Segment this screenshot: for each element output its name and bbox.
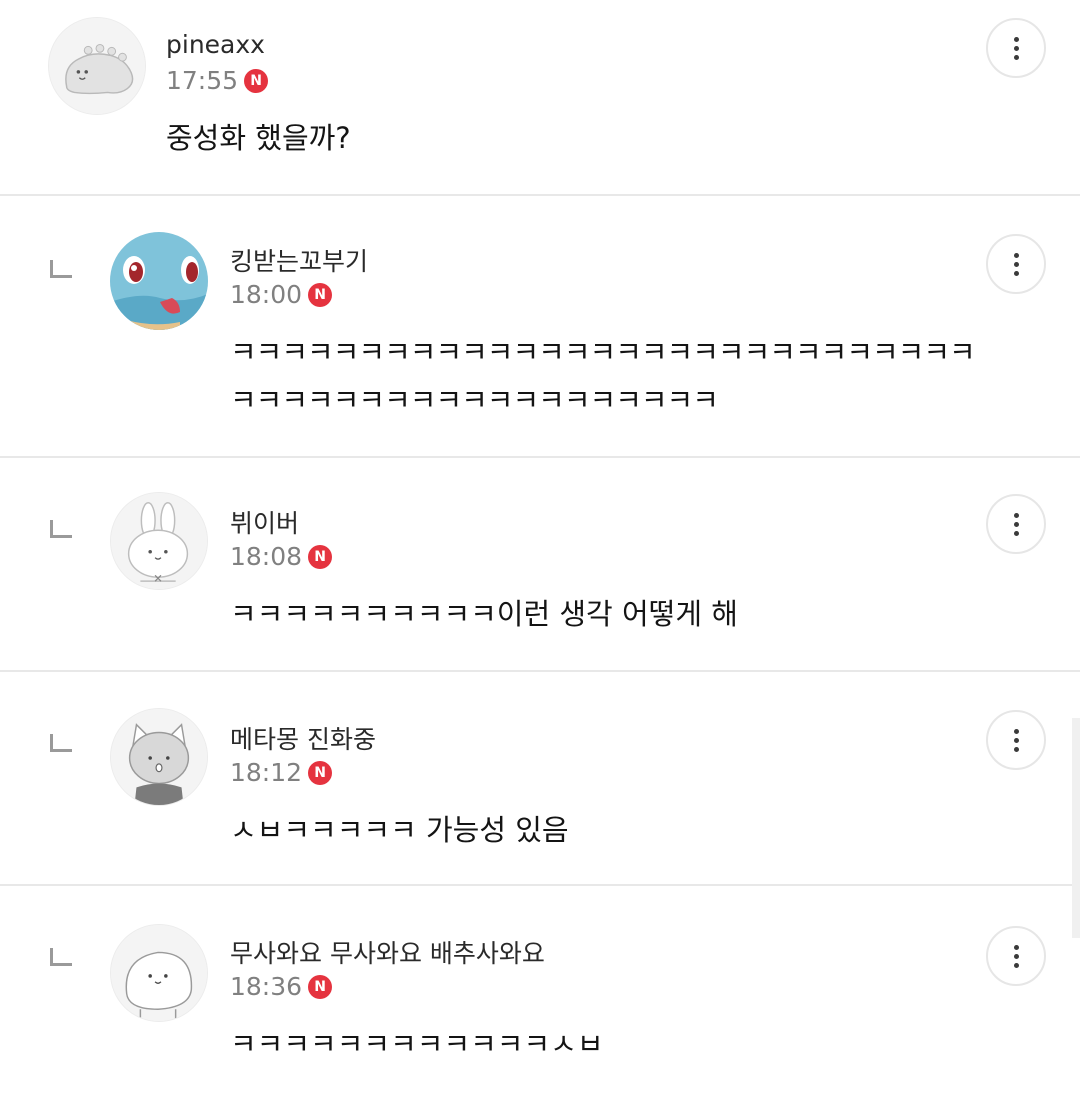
- comment-text-line: ㅅㅂㅋㅋㅋㅋㅋ 가능성 있음: [230, 813, 569, 847]
- comment-text-line: 중성화 했을까?: [166, 121, 351, 155]
- rabbit-avatar-icon[interactable]: [110, 492, 208, 590]
- comment-author[interactable]: 킹받는꼬부기: [230, 242, 368, 278]
- comment-author[interactable]: 무사와요 무사와요 배추사와요: [230, 934, 545, 970]
- comment-author[interactable]: pineaxx: [166, 30, 265, 59]
- more-options-button[interactable]: [986, 926, 1046, 986]
- comment-time: 18:08: [230, 542, 303, 571]
- reply-arrow-icon: [50, 520, 72, 538]
- blob-avatar-icon[interactable]: [110, 924, 208, 1022]
- comment-text: 중성화 했을까?: [166, 114, 351, 162]
- new-badge: N: [308, 974, 333, 999]
- comment-meta: 18:36 N: [230, 972, 333, 1001]
- more-options-button[interactable]: [986, 710, 1046, 770]
- squirtle-avatar-icon[interactable]: [110, 232, 208, 330]
- comment-text-line: ㅋㅋㅋㅋㅋㅋㅋㅋㅋㅋㅋㅋㅅㅂ: [230, 1027, 604, 1061]
- comment-text-line: ㅋㅋㅋㅋㅋㅋㅋㅋㅋㅋㅋㅋㅋㅋㅋㅋㅋㅋㅋㅋㅋㅋㅋㅋㅋㅋㅋㅋㅋ: [230, 335, 976, 369]
- comment-author[interactable]: 메타몽 진화중: [230, 720, 376, 756]
- new-badge: N: [308, 544, 333, 569]
- cat-avatar-icon[interactable]: [110, 708, 208, 806]
- reply-item: 무사와요 무사와요 배추사와요 18:36 N ㅋㅋㅋㅋㅋㅋㅋㅋㅋㅋㅋㅋㅅㅂ: [0, 886, 1080, 1107]
- comment-author[interactable]: 뷔이버: [230, 504, 299, 540]
- dinosaur-avatar-icon[interactable]: [48, 17, 146, 115]
- reply-arrow-icon: [50, 260, 72, 278]
- comment-time: 18:00: [230, 280, 303, 309]
- more-options-button[interactable]: [986, 234, 1046, 294]
- reply-item: 뷔이버 18:08 N ㅋㅋㅋㅋㅋㅋㅋㅋㅋㅋ이런 생각 어떻게 해: [0, 458, 1080, 672]
- comment-text: ㅅㅂㅋㅋㅋㅋㅋ 가능성 있음: [230, 806, 569, 854]
- new-badge: N: [308, 282, 333, 307]
- comment-text: ㅋㅋㅋㅋㅋㅋㅋㅋㅋㅋㅋㅋㅅㅂ: [230, 1020, 604, 1068]
- scrollbar[interactable]: [1072, 718, 1080, 938]
- comment-meta: 18:12 N: [230, 758, 333, 787]
- comment-item: pineaxx 17:55 N 중성화 했을까?: [0, 0, 1080, 196]
- new-badge: N: [244, 68, 269, 93]
- more-options-button[interactable]: [986, 494, 1046, 554]
- new-badge: N: [308, 760, 333, 785]
- reply-arrow-icon: [50, 948, 72, 966]
- comment-meta: 17:55 N: [166, 66, 269, 95]
- comment-text: ㅋㅋㅋㅋㅋㅋㅋㅋㅋㅋ이런 생각 어떻게 해: [230, 590, 738, 638]
- reply-arrow-icon: [50, 734, 72, 752]
- comment-time: 18:12: [230, 758, 303, 787]
- comment-text-line: ㅋㅋㅋㅋㅋㅋㅋㅋㅋㅋ이런 생각 어떻게 해: [230, 597, 738, 631]
- comment-meta: 18:00 N: [230, 280, 333, 309]
- more-options-button[interactable]: [986, 18, 1046, 78]
- comment-meta: 18:08 N: [230, 542, 333, 571]
- reply-item: 메타몽 진화중 18:12 N ㅅㅂㅋㅋㅋㅋㅋ 가능성 있음: [0, 672, 1080, 886]
- comment-time: 18:36: [230, 972, 303, 1001]
- comment-time: 17:55: [166, 66, 239, 95]
- comment-text: ㅋㅋㅋㅋㅋㅋㅋㅋㅋㅋㅋㅋㅋㅋㅋㅋㅋㅋㅋㅋㅋㅋㅋㅋㅋㅋㅋㅋㅋ ㅋㅋㅋㅋㅋㅋㅋㅋㅋㅋ…: [230, 328, 976, 424]
- reply-item: 킹받는꼬부기 18:00 N ㅋㅋㅋㅋㅋㅋㅋㅋㅋㅋㅋㅋㅋㅋㅋㅋㅋㅋㅋㅋㅋㅋㅋㅋㅋ…: [0, 196, 1080, 458]
- comment-text-line: ㅋㅋㅋㅋㅋㅋㅋㅋㅋㅋㅋㅋㅋㅋㅋㅋㅋㅋㅋ: [230, 383, 719, 417]
